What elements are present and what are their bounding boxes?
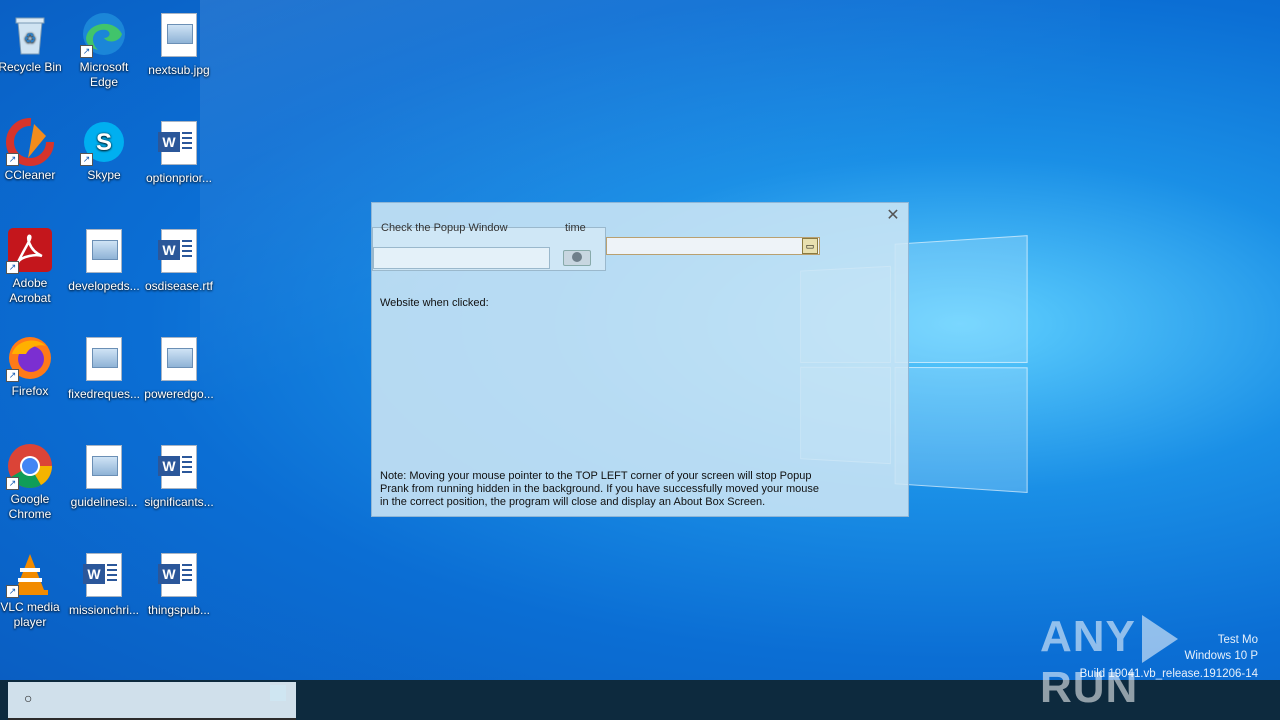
desktop-icon-firefox[interactable]: ↗ Firefox xyxy=(0,334,68,399)
desktop-icon-label: Firefox xyxy=(11,384,49,398)
desktop-icon-nextsub[interactable]: nextsub.jpg xyxy=(141,10,217,78)
desktop-icon-label: Google Chrome xyxy=(8,492,52,521)
brand-left: ANY xyxy=(1040,612,1136,661)
note-text: Note: Moving your mouse pointer to the T… xyxy=(380,470,820,508)
svg-text:♻: ♻ xyxy=(24,30,37,46)
desktop-icon-guidelinesi[interactable]: guidelinesi... xyxy=(66,442,142,510)
shortcut-arrow-icon: ↗ xyxy=(80,45,93,58)
desktop-icon-ccleaner[interactable]: ↗ CCleaner xyxy=(0,118,68,183)
firefox-icon: ↗ xyxy=(6,334,54,382)
desktop-icon-optionprior[interactable]: W optionprior... xyxy=(141,118,217,186)
taskbar-search-box[interactable]: ○ xyxy=(8,682,296,720)
recycle-bin-icon: ♻ xyxy=(6,10,54,58)
desktop-icon-significants[interactable]: W significants... xyxy=(141,442,217,510)
shortcut-arrow-icon: ↗ xyxy=(80,153,93,166)
clipped-time-text: time xyxy=(565,222,586,234)
desktop-icon-developeds[interactable]: developeds... xyxy=(66,226,142,294)
desktop-icon-label: guidelinesi... xyxy=(70,495,138,509)
play-icon xyxy=(1141,615,1178,664)
word-doc-icon: W xyxy=(155,229,203,277)
desktop-icon-label: fixedreques... xyxy=(67,387,141,401)
skype-icon: S ↗ xyxy=(80,118,128,166)
chrome-icon: ↗ xyxy=(6,442,54,490)
desktop-icon-label: Skype xyxy=(87,168,121,182)
shortcut-arrow-icon: ↗ xyxy=(6,477,19,490)
desktop-icon-recycle-bin[interactable]: ♻ Recycle Bin xyxy=(0,10,68,75)
website-label: Website when clicked: xyxy=(380,297,489,309)
desktop-icon-label: CCleaner xyxy=(4,168,56,182)
edge-icon: ↗ xyxy=(80,10,128,58)
windows-logo-pane xyxy=(894,235,1028,363)
windows-info-line: Build 19041.vb_release.191206-14 xyxy=(1079,668,1258,680)
desktop-icon-skype[interactable]: S ↗ Skype xyxy=(66,118,142,183)
desktop-icon-osdisease[interactable]: W osdisease.rtf xyxy=(141,226,217,294)
desktop-icon-label: thingspub... xyxy=(147,603,211,617)
svg-text:S: S xyxy=(96,129,112,156)
popup-prank-dialog: ✕ Check the Popup Window time ▭ Website … xyxy=(371,202,909,517)
word-doc-icon: W xyxy=(155,121,203,169)
image-file-icon xyxy=(155,337,203,385)
desktop-icon-thingspub[interactable]: W thingspub... xyxy=(141,550,217,618)
search-icon: ○ xyxy=(24,690,33,706)
desktop-icon-fixedreques[interactable]: fixedreques... xyxy=(66,334,142,402)
desktop-icon-label: poweredgo... xyxy=(144,387,214,401)
windows-logo-pane xyxy=(894,366,1028,494)
desktop-icon-missionchri[interactable]: W missionchri... xyxy=(66,550,142,618)
windows-info-line: Windows 10 P xyxy=(1184,650,1258,662)
desktop-icon-label: optionprior... xyxy=(145,171,213,185)
folder-icon[interactable]: ▭ xyxy=(802,238,818,254)
image-file-icon xyxy=(155,13,203,61)
desktop-icon-acrobat[interactable]: ↗ Adobe Acrobat xyxy=(0,226,68,306)
desktop-icon-label: missionchri... xyxy=(68,603,139,617)
close-icon[interactable]: ✕ xyxy=(884,207,902,225)
image-file-icon xyxy=(80,229,128,277)
search-button[interactable] xyxy=(270,685,286,701)
desktop-icon-label: osdisease.rtf xyxy=(144,279,214,293)
acrobat-icon: ↗ xyxy=(6,226,54,274)
ccleaner-icon: ↗ xyxy=(6,118,54,166)
radio-knob[interactable] xyxy=(563,250,591,266)
desktop-icon-label: Recycle Bin xyxy=(0,60,62,74)
image-file-icon xyxy=(80,337,128,385)
word-doc-icon: W xyxy=(80,553,128,601)
desktop-icon-label: developeds... xyxy=(68,279,140,293)
desktop-icon-label: Microsoft Edge xyxy=(79,60,129,89)
options-panel: Check the Popup Window time xyxy=(372,222,606,271)
shortcut-arrow-icon: ↗ xyxy=(6,153,19,166)
desktop-icon-poweredgo[interactable]: poweredgo... xyxy=(141,334,217,402)
website-url-input[interactable] xyxy=(606,237,820,255)
desktop-icon-label: significants... xyxy=(144,495,214,509)
desktop-icon-label: VLC media player xyxy=(0,600,60,629)
windows-info-line: Test Mo xyxy=(1217,634,1258,646)
clipped-option-text: Check the Popup Window xyxy=(381,222,508,234)
desktop-icon-label: Adobe Acrobat xyxy=(9,276,51,305)
image-file-icon xyxy=(80,445,128,493)
desktop-icon-vlc[interactable]: ↗ VLC media player xyxy=(0,550,68,630)
word-doc-icon: W xyxy=(155,445,203,493)
vlc-icon: ↗ xyxy=(6,550,54,598)
word-doc-icon: W xyxy=(155,553,203,601)
shortcut-arrow-icon: ↗ xyxy=(6,369,19,382)
desktop-icon-label: nextsub.jpg xyxy=(148,63,210,77)
desktop-icon-chrome[interactable]: ↗ Google Chrome xyxy=(0,442,68,522)
shortcut-arrow-icon: ↗ xyxy=(6,585,19,598)
shortcut-arrow-icon: ↗ xyxy=(6,261,19,274)
desktop-icon-edge[interactable]: ↗ Microsoft Edge xyxy=(66,10,142,90)
option-field[interactable] xyxy=(373,247,550,269)
